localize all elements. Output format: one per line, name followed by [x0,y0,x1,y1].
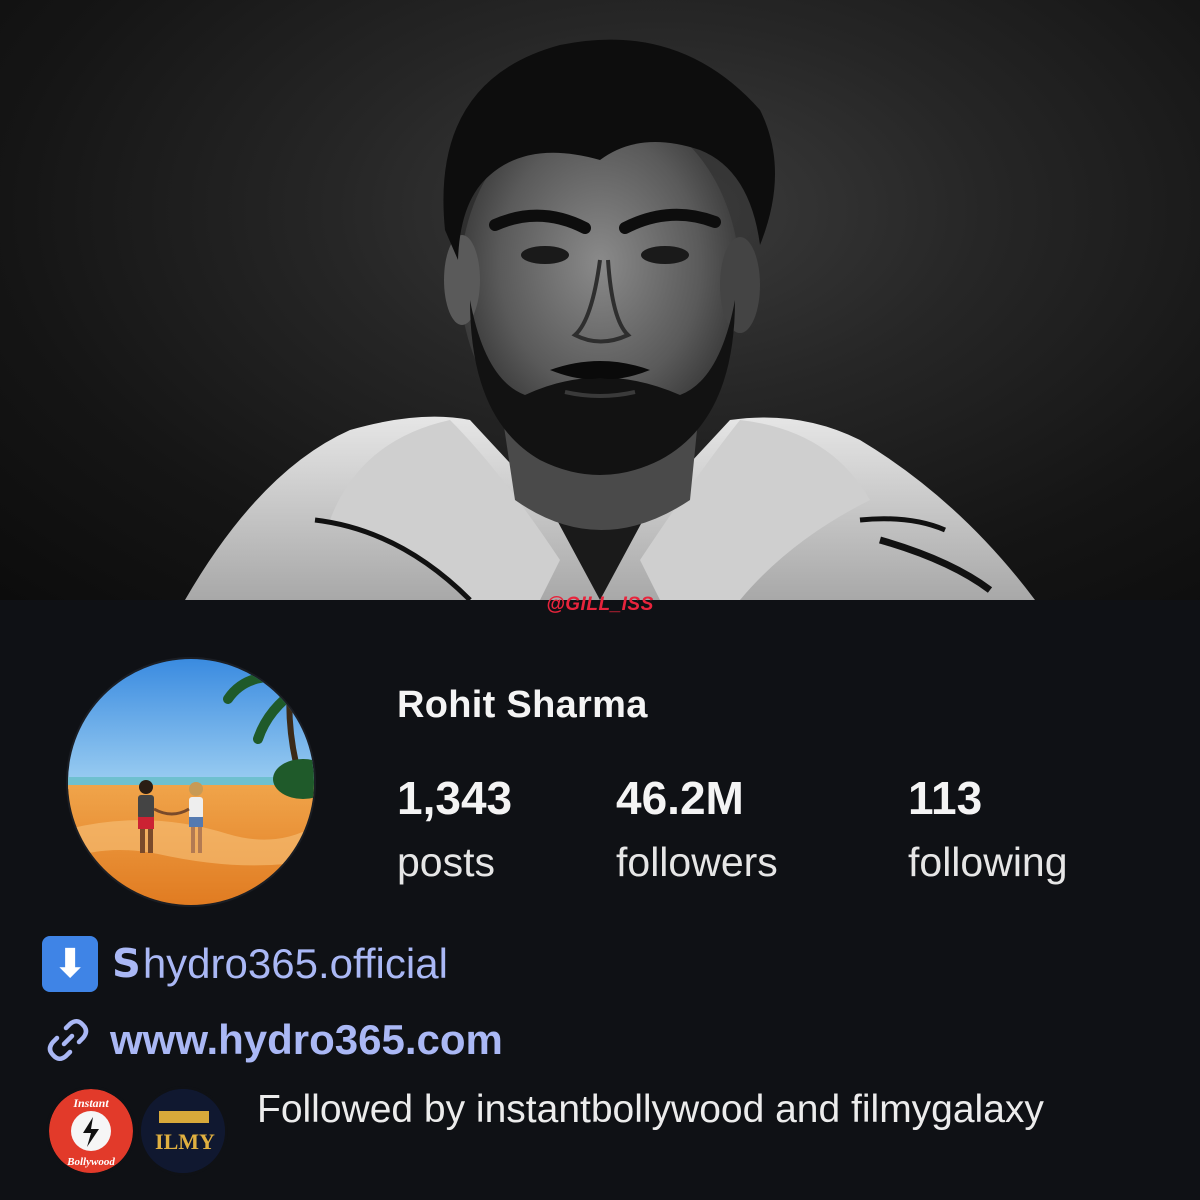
website-line: www.hydro365.com [42,1012,503,1068]
instantbollywood-avatar[interactable]: Instant Bollywood [46,1086,136,1176]
followed-by-text[interactable]: Followed by instantbollywood and filmyga… [257,1088,1057,1132]
instant-logo-text-top: Instant [72,1096,109,1110]
posts-label: posts [397,839,495,885]
beach-photo [68,659,314,905]
down-arrow-icon: ⬇ [42,936,98,992]
watermark: @GILL_ISS [546,594,654,615]
profile-name: Rohit Sharma [397,684,648,726]
stat-followers[interactable]: 46.2M followers [616,772,778,886]
link-icon [47,1019,89,1061]
threads-handle-link[interactable]: 𝗦 hydro365.official [112,940,448,988]
website-link[interactable]: www.hydro365.com [110,1016,503,1064]
stat-posts[interactable]: 1,343 posts [397,772,512,886]
stat-following[interactable]: 113 following [908,772,1068,886]
filmygalaxy-avatar[interactable]: ILMY [138,1086,228,1176]
bio-threads-line: ⬇ 𝗦 hydro365.official [42,934,448,994]
followed-by-avatars[interactable]: ILMY Instant Bollywood [46,1086,236,1176]
cover-photo [0,0,1200,600]
following-count: 113 [908,772,983,824]
profile-avatar[interactable] [66,657,316,907]
posts-count: 1,343 [397,772,513,824]
threads-icon: 𝗦 [112,942,141,986]
following-label: following [908,839,1068,885]
instant-logo-text-bottom: Bollywood [66,1156,115,1168]
filmy-logo-text: ILMY [155,1129,215,1154]
followers-count: 46.2M [616,772,744,824]
threads-handle-text: hydro365.official [142,940,448,987]
followers-label: followers [616,839,778,885]
portrait-illustration [185,39,1035,600]
